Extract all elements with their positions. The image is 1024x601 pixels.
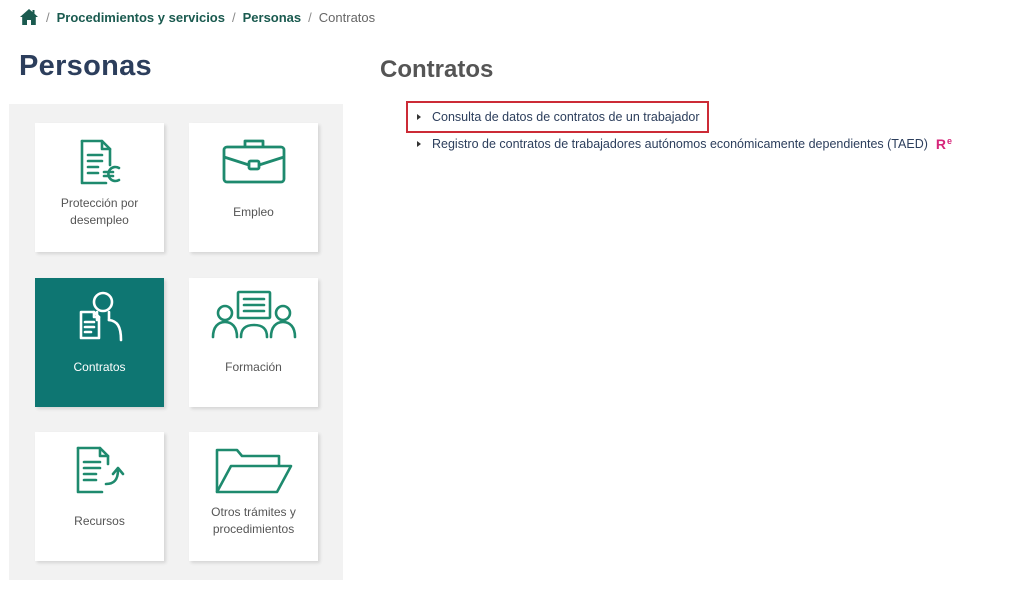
link-label: Registro de contratos de trabajadores au…: [432, 137, 928, 151]
document-return-icon: [35, 444, 164, 496]
card-label: Otros trámites y: [211, 505, 296, 519]
breadcrumb-link-personas[interactable]: Personas: [243, 10, 302, 25]
training-group-icon: [189, 289, 318, 341]
link-label: Consulta de datos de contratos de un tra…: [432, 110, 700, 124]
page-title: Contratos: [380, 56, 494, 83]
card-formacion[interactable]: Formación: [189, 278, 318, 407]
breadcrumb-current: Contratos: [318, 9, 376, 25]
card-contratos[interactable]: Contratos: [35, 278, 164, 407]
section-title: Personas: [19, 50, 152, 82]
registro-electronico-badge: Re: [935, 136, 953, 152]
card-label: desempleo: [70, 213, 129, 227]
card-label: Recursos: [74, 514, 125, 528]
card-label: procedimientos: [212, 522, 295, 536]
home-icon[interactable]: [19, 8, 39, 26]
card-label: Formación: [225, 360, 282, 374]
link-registro-taed[interactable]: Registro de contratos de trabajadores au…: [408, 133, 952, 155]
breadcrumb-separator: /: [46, 9, 50, 25]
breadcrumb-separator: /: [231, 9, 236, 25]
card-recursos[interactable]: Recursos: [35, 432, 164, 561]
breadcrumb-link-procedimientos[interactable]: Procedimientos y servicios: [57, 10, 225, 25]
folder-icon: [189, 444, 318, 496]
caret-right-icon: [417, 141, 421, 147]
briefcase-icon: [189, 137, 318, 185]
card-proteccion-desempleo[interactable]: Protección por desempleo: [35, 123, 164, 252]
document-euro-icon: [35, 135, 164, 187]
category-panel: Protección por desempleo Empleo Contrato…: [9, 104, 343, 580]
link-consulta-contratos[interactable]: Consulta de datos de contratos de un tra…: [406, 101, 709, 133]
card-empleo[interactable]: Empleo: [189, 123, 318, 252]
card-label: Protección por: [60, 196, 139, 210]
caret-right-icon: [417, 114, 421, 120]
breadcrumb-separator: /: [308, 9, 312, 25]
breadcrumb: / Procedimientos y servicios / Personas …: [19, 7, 375, 27]
card-label: Contratos: [73, 360, 126, 374]
card-otros-tramites[interactable]: Otros trámites y procedimientos: [189, 432, 318, 561]
card-label: Empleo: [233, 205, 274, 219]
person-contract-icon: [35, 290, 164, 342]
